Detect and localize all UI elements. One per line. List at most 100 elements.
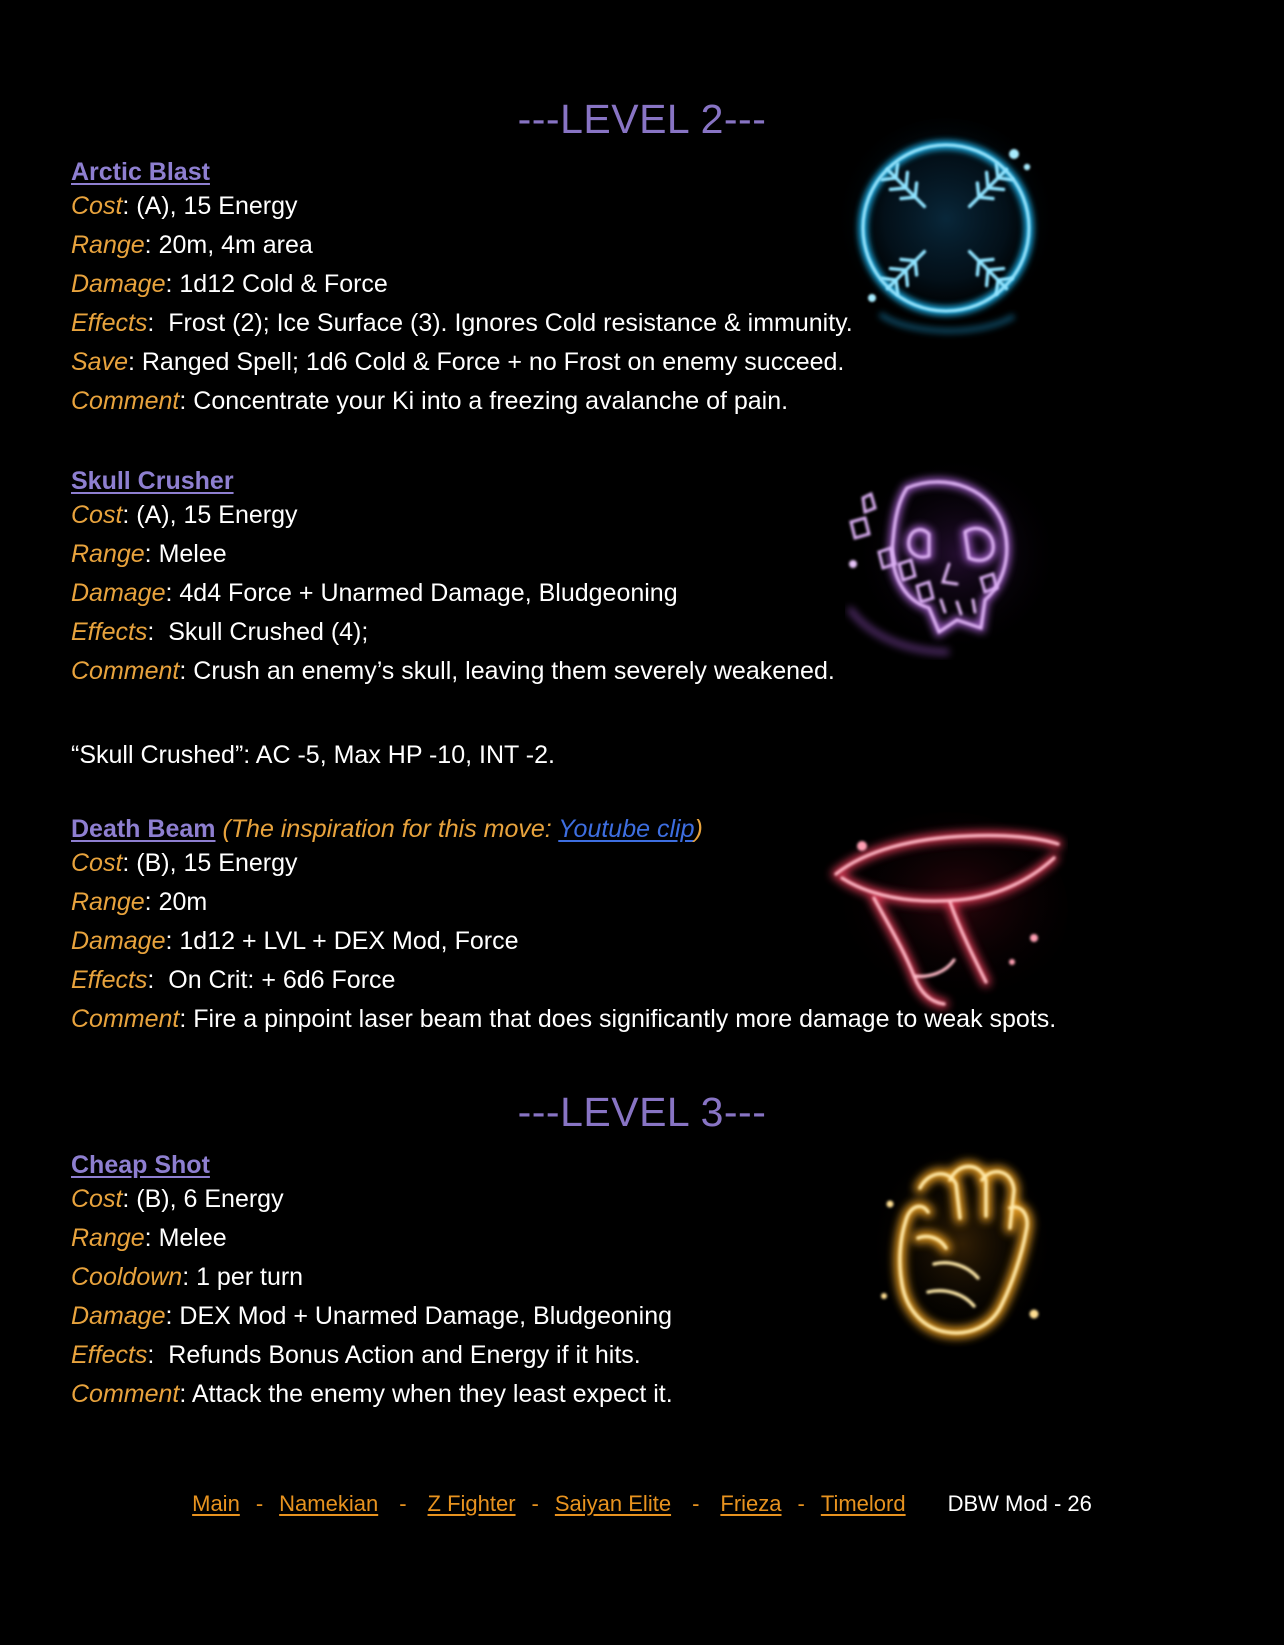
field-cost-label: Cost [71,501,123,529]
field-comment-value: : Crush an enemy’s skull, leaving them s… [179,657,835,685]
field-cooldown-label: Cooldown [71,1263,183,1291]
ability-note-prefix: (The inspiration for this move: [215,815,559,843]
field-damage-value: : 1d12 + LVL + DEX Mod, Force [165,927,519,955]
field-effects-value: : Refunds Bonus Action and Energy if it … [147,1341,641,1369]
footer-link-timelord[interactable]: Timelord [821,1491,906,1517]
field-damage: Damage: 1d12 + LVL + DEX Mod, Force [71,922,1056,961]
field-range-value: : 20m [144,888,208,916]
field-comment-label: Comment [71,1380,180,1408]
footer-link-frieza[interactable]: Frieza [720,1491,781,1517]
field-effects: Effects: On Crit: + 6d6 Force [71,961,1056,1000]
footer-separator: - [531,1491,539,1516]
field-effects-label: Effects [71,309,148,337]
field-comment-label: Comment [71,1005,180,1033]
field-range: Range: Melee [71,535,835,574]
level-3-heading: ---LEVEL 3--- [517,1089,767,1135]
field-effects-label: Effects [71,1341,148,1369]
skull-crushed-status-note: “Skull Crushed”: AC -5, Max HP -10, INT … [71,741,555,769]
footer-link-z-fighter[interactable]: Z Fighter [428,1491,516,1517]
field-save-value: : Ranged Spell; 1d6 Cold & Force + no Fr… [127,348,845,376]
field-cost: Cost: (A), 15 Energy [71,496,835,535]
field-damage: Damage: 4d4 Force + Unarmed Damage, Blud… [71,574,835,613]
skull-icon [845,460,1060,660]
field-effects-value: : Skull Crushed (4); [147,618,369,646]
footer-separator: - [399,1491,407,1516]
field-effects: Effects: Skull Crushed (4); [71,613,835,652]
field-save-label: Save [71,348,128,376]
field-range-value: : 20m, 4m area [144,231,313,259]
footer-separator: - [797,1491,805,1516]
ability-death-beam-title-row: Death Beam (The inspiration for this mov… [71,815,1056,844]
field-cost: Cost: (A), 15 Energy [71,187,853,226]
field-range: Range: Melee [71,1219,673,1258]
footer-mod-page-label: DBW Mod - 26 [947,1491,1092,1516]
field-cost: Cost: (B), 6 Energy [71,1180,673,1219]
level-2-heading: ---LEVEL 2--- [517,96,767,142]
field-range: Range: 20m, 4m area [71,226,853,265]
field-save: Save: Ranged Spell; 1d6 Cold & Force + n… [71,343,853,382]
field-range-value: : Melee [144,540,227,568]
footer-separator: - [692,1491,700,1516]
field-range-label: Range [71,540,145,568]
field-cost-value: : (A), 15 Energy [122,192,298,220]
field-range: Range: 20m [71,883,1056,922]
ability-arctic-blast: Arctic Blast Cost: (A), 15 Energy Range:… [71,158,853,421]
footer-link-main[interactable]: Main [192,1491,240,1517]
field-cost-value: : (B), 15 Energy [122,849,298,877]
field-damage-label: Damage [71,579,166,607]
footer-link-namekian[interactable]: Namekian [279,1491,378,1517]
field-comment-value: : Attack the enemy when they least expec… [179,1380,673,1408]
ability-name[interactable]: Cheap Shot [71,1151,210,1179]
field-comment-value: : Fire a pinpoint laser beam that does s… [179,1005,1057,1033]
field-range-label: Range [71,231,145,259]
footer-separator: - [255,1491,264,1516]
field-effects: Effects: Refunds Bonus Action and Energy… [71,1336,673,1375]
field-comment-label: Comment [71,657,180,685]
field-comment-label: Comment [71,387,180,415]
footer-link-saiyan-elite[interactable]: Saiyan Elite [555,1491,671,1517]
field-damage: Damage: DEX Mod + Unarmed Damage, Bludge… [71,1297,673,1336]
field-damage-label: Damage [71,270,166,298]
document-page: ---LEVEL 2--- Arctic Blast Cost: (A), 15… [0,0,1284,1645]
field-comment: Comment: Attack the enemy when they leas… [71,1375,673,1414]
field-effects-label: Effects [71,618,148,646]
ability-death-beam: Death Beam (The inspiration for this mov… [71,815,1056,1039]
field-comment: Comment: Concentrate your Ki into a free… [71,382,853,421]
ability-name[interactable]: Arctic Blast [71,158,210,186]
field-effects-value: : On Crit: + 6d6 Force [147,966,396,994]
field-comment: Comment: Fire a pinpoint laser beam that… [71,1000,1056,1039]
field-cooldown: Cooldown: 1 per turn [71,1258,673,1297]
field-range-value: : Melee [144,1224,227,1252]
ability-note-suffix: ) [694,815,703,843]
golden-fist-icon [862,1146,1062,1356]
field-cost-value: : (A), 15 Energy [122,501,298,529]
footer-navigation: Main - Namekian - Z Fighter - Saiyan Eli… [0,1491,1284,1517]
frost-orb-icon [828,118,1068,363]
field-range-label: Range [71,1224,145,1252]
field-damage-label: Damage [71,927,166,955]
field-damage-value: : DEX Mod + Unarmed Damage, Bludgeoning [165,1302,673,1330]
youtube-clip-link[interactable]: Youtube clip [558,815,694,843]
ability-skull-crusher-title-row: Skull Crusher [71,467,835,496]
field-cost-label: Cost [71,192,123,220]
field-comment: Comment: Crush an enemy’s skull, leaving… [71,652,835,691]
ability-name[interactable]: Skull Crusher [71,467,234,495]
field-damage-value: : 4d4 Force + Unarmed Damage, Bludgeonin… [165,579,678,607]
field-damage-label: Damage [71,1302,166,1330]
field-effects-value: : Frost (2); Ice Surface (3). Ignores Co… [147,309,853,337]
ability-cheap-shot-title-row: Cheap Shot [71,1151,673,1180]
field-cost-label: Cost [71,849,123,877]
field-comment-value: : Concentrate your Ki into a freezing av… [179,387,789,415]
field-range-label: Range [71,888,145,916]
ability-name[interactable]: Death Beam [71,815,216,843]
ability-arctic-blast-title-row: Arctic Blast [71,158,853,187]
field-cost: Cost: (B), 15 Energy [71,844,1056,883]
field-damage: Damage: 1d12 Cold & Force [71,265,853,304]
field-cost-label: Cost [71,1185,123,1213]
field-effects-label: Effects [71,966,148,994]
field-cooldown-value: : 1 per turn [182,1263,304,1291]
ability-cheap-shot: Cheap Shot Cost: (B), 6 Energy Range: Me… [71,1151,673,1414]
field-damage-value: : 1d12 Cold & Force [165,270,388,298]
field-effects: Effects: Frost (2); Ice Surface (3). Ign… [71,304,853,343]
ability-skull-crusher: Skull Crusher Cost: (A), 15 Energy Range… [71,467,835,691]
